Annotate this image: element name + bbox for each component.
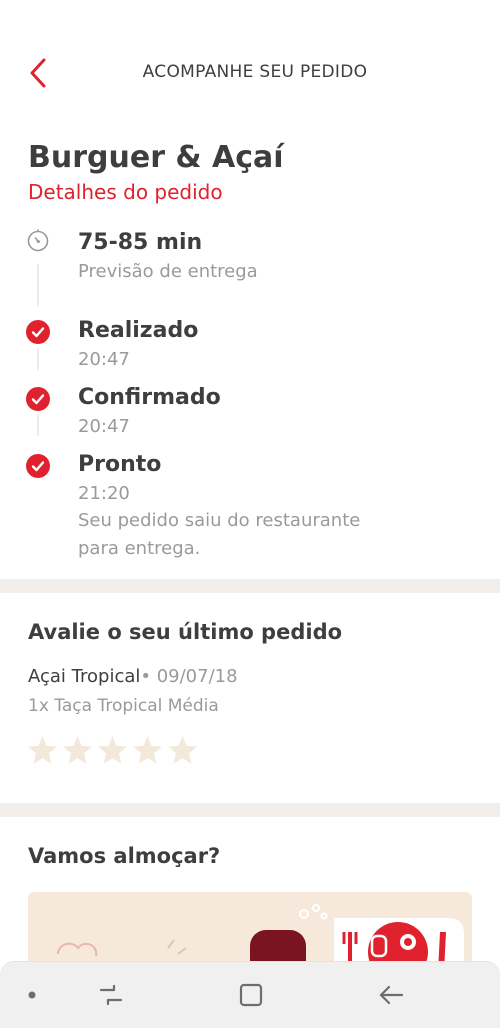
promo-banner[interactable]: [28, 892, 472, 972]
star-icon[interactable]: [166, 734, 199, 767]
dot-icon[interactable]: [20, 980, 50, 1010]
check-circle-icon: [26, 320, 50, 344]
check-circle-icon: [26, 454, 50, 478]
step-time: 21:20: [78, 483, 130, 504]
recent-apps-icon[interactable]: [96, 980, 126, 1010]
rating-item: 1x Taça Tropical Média: [28, 696, 219, 716]
step-time: 20:47: [78, 349, 130, 370]
promo-title: Vamos almoçar?: [28, 844, 221, 868]
restaurant-name: Burguer & Açaí: [28, 140, 284, 175]
section-divider: [0, 803, 500, 817]
step-note: para entrega.: [78, 538, 201, 559]
home-icon[interactable]: [236, 980, 266, 1010]
step-title: Realizado: [78, 318, 199, 343]
header: ACOMPANHE SEU PEDIDO: [0, 0, 500, 120]
timeline-connector: [37, 414, 39, 436]
rating-date: • 09/07/18: [140, 666, 238, 687]
step-note: Seu pedido saiu do restaurante: [78, 510, 361, 531]
step-time: 20:47: [78, 416, 130, 437]
back-arrow-icon[interactable]: [376, 980, 406, 1010]
timeline-connector: [37, 264, 39, 306]
timeline-connector: [37, 348, 39, 370]
star-icon[interactable]: [26, 734, 59, 767]
check-circle-icon: [26, 387, 50, 411]
rating-title: Avalie o seu último pedido: [28, 620, 343, 644]
order-details-link[interactable]: Detalhes do pedido: [28, 180, 223, 204]
page-title: ACOMPANHE SEU PEDIDO: [142, 62, 368, 82]
system-navbar: [0, 962, 500, 1028]
step-title: Confirmado: [78, 385, 221, 410]
section-divider: [0, 579, 500, 593]
star-icon[interactable]: [61, 734, 94, 767]
promo-illustration: [57, 904, 464, 972]
eta-time: 75-85 min: [78, 230, 203, 255]
rating-stars: [26, 734, 199, 767]
rating-restaurant: Açai Tropical: [28, 666, 141, 687]
step-title: Pronto: [78, 452, 162, 477]
star-icon[interactable]: [96, 734, 129, 767]
eta-label: Previsão de entrega: [78, 261, 258, 282]
timer-icon: [27, 229, 49, 252]
rating-restaurant-line: Açai Tropical• 09/07/18: [28, 666, 238, 687]
star-icon[interactable]: [131, 734, 164, 767]
